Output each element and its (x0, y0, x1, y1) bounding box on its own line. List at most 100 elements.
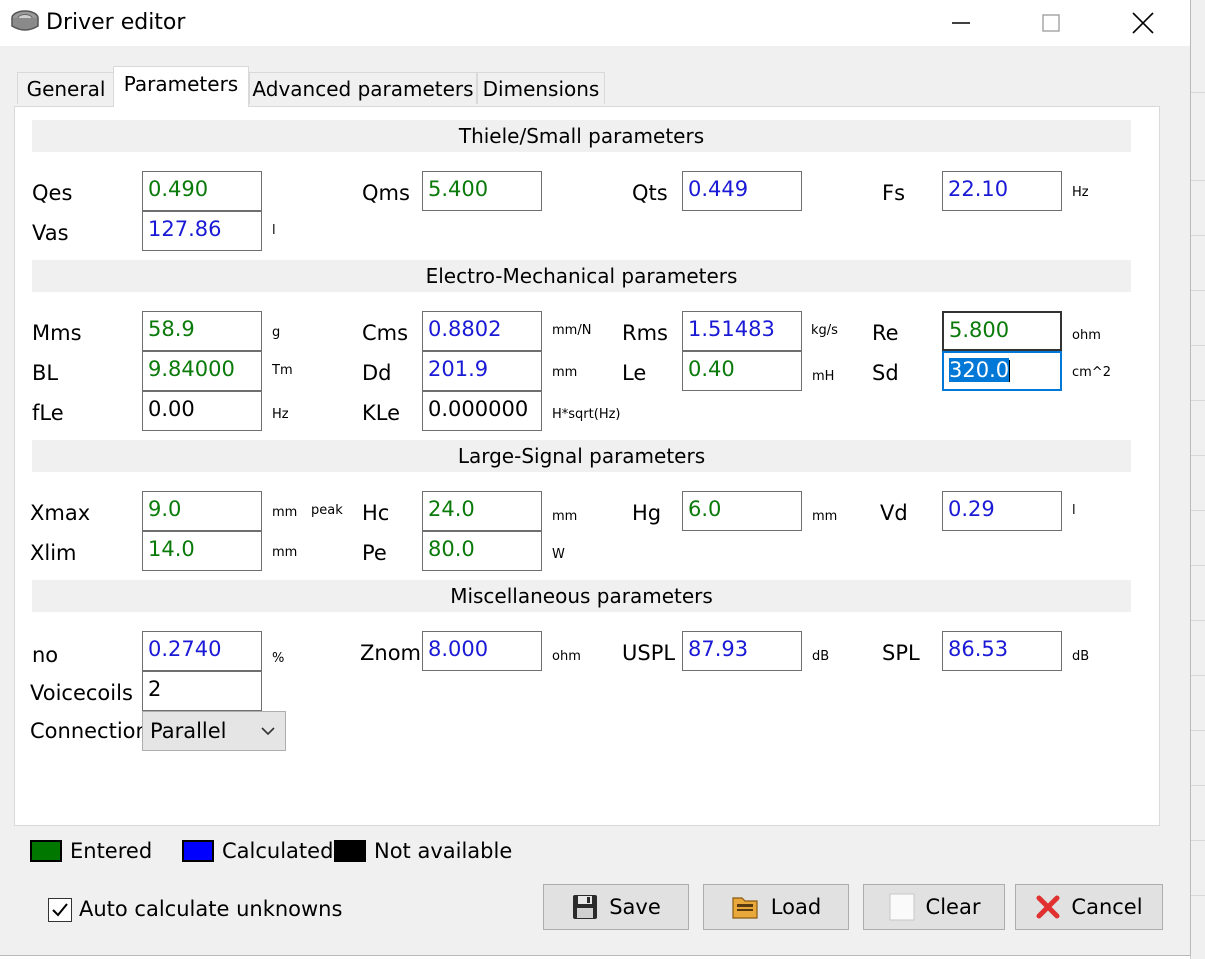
maximize-icon (1042, 14, 1060, 32)
no-field[interactable]: 0.2740 (142, 631, 262, 671)
cancel-button[interactable]: Cancel (1015, 884, 1163, 930)
section-large-signal: Large-Signal parameters (32, 440, 1131, 472)
clear-label: Clear (925, 895, 981, 919)
entered-legend-label: Entered (70, 839, 153, 863)
znom-field[interactable]: 8.000 (422, 631, 542, 671)
hc-label: Hc (362, 501, 390, 525)
mms-field[interactable]: 58.9 (142, 311, 262, 351)
background-window (1190, 0, 1205, 959)
pe-field[interactable]: 80.0 (422, 531, 542, 571)
rms-field[interactable]: 1.51483 (682, 311, 802, 351)
maximize-button[interactable] (1028, 0, 1074, 46)
no-label: no (32, 643, 59, 667)
minimize-button[interactable] (938, 0, 984, 46)
uspl-field[interactable]: 87.93 (682, 631, 802, 671)
fs-field[interactable]: 22.10 (942, 171, 1062, 211)
vd-field[interactable]: 0.29 (942, 491, 1062, 531)
chevron-down-icon (261, 727, 275, 736)
cancel-label: Cancel (1071, 895, 1143, 919)
kle-unit: H*sqrt(Hz) (552, 407, 621, 422)
auto-calculate-label: Auto calculate unknowns (79, 897, 343, 921)
section-electro-mechanical: Electro-Mechanical parameters (32, 260, 1131, 292)
mms-label: Mms (32, 321, 82, 345)
entered-swatch (30, 840, 62, 862)
hg-field[interactable]: 6.0 (682, 491, 802, 531)
minimize-icon (952, 22, 970, 24)
xmax-label: Xmax (30, 501, 91, 525)
tab-advanced-parameters[interactable]: Advanced parameters (249, 72, 477, 104)
cms-field[interactable]: 0.8802 (422, 311, 542, 351)
re-field[interactable]: 5.800 (942, 311, 1062, 351)
fle-field[interactable]: 0.00 (142, 391, 262, 431)
window-title: Driver editor (46, 10, 186, 35)
voicecoils-field[interactable]: 2 (142, 671, 262, 711)
section-thiele-small: Thiele/Small parameters (32, 120, 1131, 152)
sd-label: Sd (872, 361, 899, 385)
qes-field[interactable]: 0.490 (142, 171, 262, 211)
pe-unit: W (552, 547, 565, 562)
blank-page-icon (889, 893, 915, 921)
vas-unit: l (272, 223, 276, 238)
rms-unit: kg/s (811, 323, 838, 338)
xlim-field[interactable]: 14.0 (142, 531, 262, 571)
spl-label: SPL (882, 641, 920, 665)
red-x-icon (1036, 895, 1060, 919)
not-available-legend-label: Not available (374, 839, 513, 863)
le-label: Le (622, 361, 647, 385)
title-bar: Driver editor (0, 0, 1190, 46)
hc-field[interactable]: 24.0 (422, 491, 542, 531)
hc-unit: mm (552, 509, 578, 524)
auto-calculate-checkbox[interactable] (48, 898, 72, 922)
xlim-label: Xlim (30, 541, 77, 565)
znom-label: Znom (360, 641, 422, 665)
spl-unit: dB (1072, 649, 1090, 664)
qts-field[interactable]: 0.449 (682, 171, 802, 211)
uspl-unit: dB (812, 649, 830, 664)
le-unit: mH (812, 369, 835, 384)
le-field[interactable]: 0.40 (682, 351, 802, 391)
re-unit: ohm (1072, 328, 1101, 343)
save-label: Save (609, 895, 661, 919)
znom-unit: ohm (552, 649, 581, 664)
no-unit: % (272, 651, 285, 666)
sd-unit: cm^2 (1072, 365, 1111, 380)
hg-label: Hg (632, 501, 662, 525)
qes-label: Qes (32, 181, 73, 205)
bl-label: BL (32, 361, 59, 385)
vd-label: Vd (880, 501, 908, 525)
checkmark-icon (52, 903, 68, 917)
save-button[interactable]: Save (543, 884, 689, 930)
qms-field[interactable]: 5.400 (422, 171, 542, 211)
bl-unit: Tm (272, 363, 293, 378)
fs-unit: Hz (1072, 185, 1089, 200)
vas-field[interactable]: 127.86 (142, 211, 262, 251)
cms-label: Cms (362, 321, 409, 345)
not-available-swatch (334, 840, 366, 862)
rms-label: Rms (622, 321, 668, 345)
load-button[interactable]: Load (703, 884, 849, 930)
xmax-unit: mm (272, 505, 298, 520)
dd-field[interactable]: 201.9 (422, 351, 542, 391)
bl-field[interactable]: 9.84000 (142, 351, 262, 391)
sd-field[interactable]: 320.0 (942, 351, 1062, 391)
clear-button[interactable]: Clear (863, 884, 1005, 930)
tab-dimensions[interactable]: Dimensions (477, 72, 605, 104)
uspl-label: USPL (622, 641, 676, 665)
text-cursor (1009, 360, 1011, 382)
fs-label: Fs (882, 181, 906, 205)
pe-label: Pe (362, 541, 387, 565)
tab-parameters[interactable]: Parameters (113, 66, 249, 107)
kle-field[interactable]: 0.000000 (422, 391, 542, 431)
section-miscellaneous: Miscellaneous parameters (32, 580, 1131, 612)
close-window-button[interactable] (1120, 0, 1166, 46)
folder-icon (732, 897, 758, 919)
fle-label: fLe (32, 401, 64, 425)
spl-field[interactable]: 86.53 (942, 631, 1062, 671)
tab-general[interactable]: General (17, 72, 115, 104)
connection-dropdown[interactable]: Parallel (142, 711, 286, 751)
hg-unit: mm (812, 509, 838, 524)
xmax-unit-peak: peak (311, 503, 343, 518)
cms-unit: mm/N (552, 323, 592, 338)
xmax-field[interactable]: 9.0 (142, 491, 262, 531)
qms-label: Qms (362, 181, 410, 205)
